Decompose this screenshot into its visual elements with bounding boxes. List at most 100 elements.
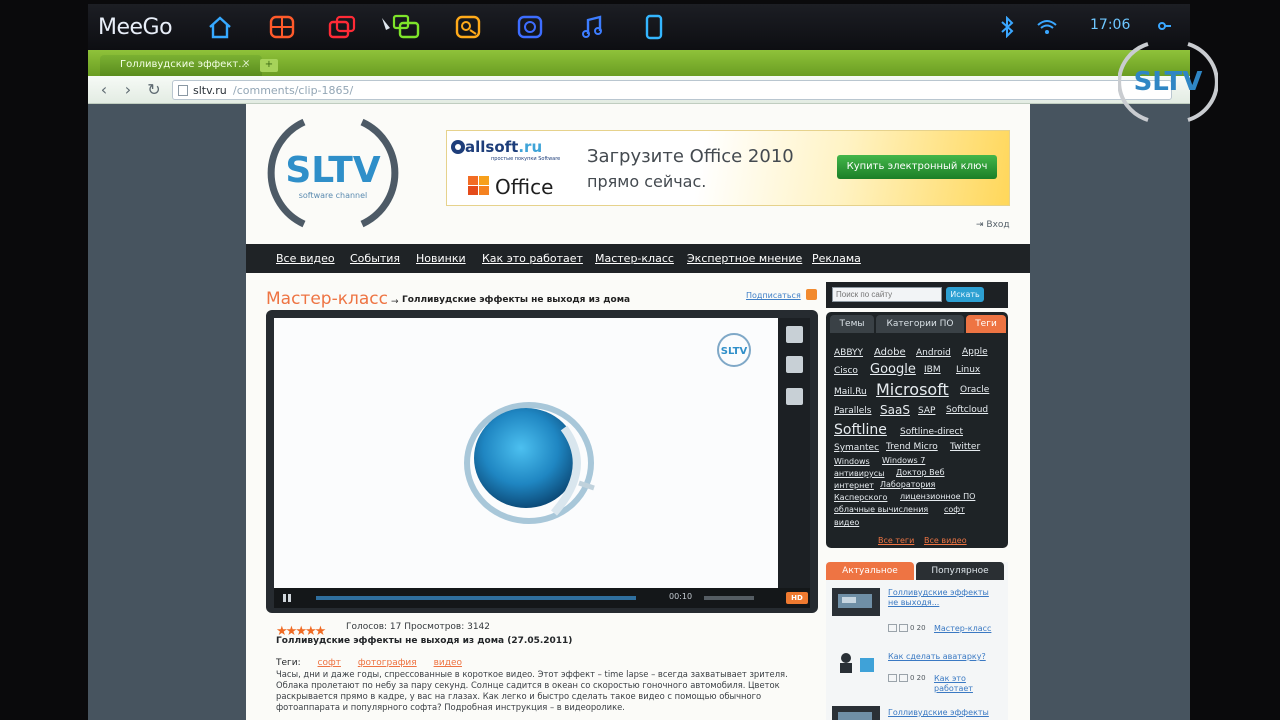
tab-actual[interactable]: Актуальное	[826, 562, 914, 580]
cloud-tag[interactable]: Касперского	[834, 493, 887, 502]
cloud-tag[interactable]: Доктор Веб	[896, 468, 945, 477]
cloud-tag[interactable]: видео	[834, 518, 859, 527]
status-clock: 17:06	[1090, 17, 1131, 33]
cloud-tag[interactable]: Softcloud	[946, 405, 988, 415]
popular-item-title[interactable]: Как сделать аватарку?	[888, 652, 998, 662]
web-icon[interactable]	[516, 14, 544, 40]
cloud-tag[interactable]: Android	[916, 348, 951, 358]
buy-key-button[interactable]: Купить электронный ключ	[837, 155, 997, 179]
views-icon	[888, 674, 897, 682]
cloud-tag[interactable]: Twitter	[950, 442, 980, 452]
search-input[interactable]	[832, 287, 942, 302]
tag-link[interactable]: видео	[434, 658, 462, 668]
office-banner[interactable]: allsoft.ru простые покупки Software Offi…	[446, 130, 1010, 206]
player-volume-slider[interactable]	[704, 596, 754, 600]
player-progress-bar[interactable]	[316, 596, 636, 600]
cloud-tag[interactable]: Google	[870, 362, 916, 377]
browser-tab[interactable]: Голливудские эффект... ×	[100, 55, 262, 76]
video-thumbnail[interactable]	[832, 648, 880, 676]
nav-all-videos[interactable]: Все видео	[276, 252, 335, 265]
popular-item-title[interactable]: Голливудские эффекты	[888, 708, 998, 718]
tab-popular[interactable]: Популярное	[916, 562, 1004, 580]
video-frame[interactable]: SLTV	[274, 318, 778, 588]
nav-expert-opinion[interactable]: Экспертное мнение	[687, 252, 802, 265]
popular-item-category[interactable]: Мастер-класс	[934, 624, 991, 633]
cloud-tag[interactable]: IBM	[924, 365, 941, 375]
tags-label: Теги:	[276, 658, 301, 668]
pause-icon[interactable]	[282, 593, 292, 603]
hd-button[interactable]: HD	[786, 592, 808, 604]
tab-topics[interactable]: Темы	[830, 315, 874, 333]
cloud-tag[interactable]: антивирусы	[834, 469, 884, 478]
cloud-tag[interactable]: Parallels	[834, 406, 871, 416]
cloud-tag[interactable]: Symantec	[834, 443, 879, 453]
browser-window: Голливудские эффект... × + ‹ › ↻ sltv.ru…	[88, 50, 1190, 720]
forward-icon[interactable]: ›	[118, 80, 138, 100]
nav-how-it-works[interactable]: Как это работает	[482, 252, 583, 265]
cloud-tag[interactable]: облачные вычисления	[834, 505, 928, 514]
login-link[interactable]: ⇥ Вход	[976, 220, 1010, 230]
chat-icon[interactable]	[378, 14, 426, 40]
reload-icon[interactable]: ↻	[144, 80, 164, 100]
tab-software-categories[interactable]: Категории ПО	[876, 315, 964, 333]
tag-link[interactable]: фотография	[358, 658, 417, 668]
music-icon[interactable]	[578, 14, 606, 40]
subscribe-link[interactable]: Подписаться	[746, 291, 801, 300]
back-icon[interactable]: ‹	[94, 80, 114, 100]
wifi-icon[interactable]	[1036, 18, 1058, 36]
cloud-tag[interactable]: Softline	[834, 422, 887, 438]
cloud-tag[interactable]: Trend Micro	[886, 442, 938, 452]
cloud-tag[interactable]: Oracle	[960, 385, 989, 395]
video-player[interactable]: SLTV 00:10 HD	[266, 310, 818, 613]
rss-icon[interactable]	[806, 289, 817, 300]
people-icon[interactable]	[454, 14, 482, 40]
tab-close-icon[interactable]: ×	[242, 58, 250, 69]
nav-master-class[interactable]: Мастер-класс	[595, 252, 674, 265]
tag-link[interactable]: софт	[318, 658, 341, 668]
cloud-tag[interactable]: софт	[944, 505, 965, 514]
tab-tags[interactable]: Теги	[966, 315, 1006, 333]
bluetooth-icon[interactable]	[998, 15, 1016, 39]
device-icon[interactable]	[640, 14, 668, 40]
cloud-tag[interactable]: Softline-direct	[900, 427, 963, 437]
video-thumbnail[interactable]	[832, 706, 880, 720]
video-thumbnail[interactable]	[832, 588, 880, 616]
nav-new[interactable]: Новинки	[416, 252, 466, 265]
cloud-tag[interactable]: Linux	[956, 365, 980, 375]
cloud-tag[interactable]: Apple	[962, 347, 988, 357]
section-title[interactable]: Мастер-класс	[266, 289, 388, 309]
apps-grid-icon[interactable]	[268, 14, 296, 40]
home-icon[interactable]	[206, 14, 234, 40]
logo-text: SLTV	[285, 150, 380, 191]
cloud-tag[interactable]: SaaS	[880, 403, 910, 417]
cloud-tag[interactable]: Windows 7	[882, 456, 925, 465]
cloud-tag[interactable]: SAP	[918, 406, 935, 416]
cloud-tag[interactable]: Adobe	[874, 347, 906, 358]
player-info-icon[interactable]	[786, 326, 803, 343]
player-share-icon[interactable]	[786, 356, 803, 373]
address-bar[interactable]: sltv.ru /comments/clip-1865/	[172, 80, 1172, 100]
all-videos-link[interactable]: Все видео	[924, 536, 967, 545]
player-comment-icon[interactable]	[786, 388, 803, 405]
cloud-tag[interactable]: Windows	[834, 457, 870, 466]
popular-item-title[interactable]: Голливудские эффекты не выходя...	[888, 588, 998, 608]
all-tags-link[interactable]: Все теги	[878, 536, 914, 545]
cloud-tag[interactable]: Лаборатория	[880, 480, 935, 489]
popular-item-category[interactable]: Как это работает	[934, 674, 994, 694]
tab-strip: Голливудские эффект... × +	[88, 50, 1190, 76]
votes-info: Голосов: 17 Просмотров: 3142	[346, 622, 491, 632]
nav-events[interactable]: События	[350, 252, 400, 265]
sltv-logo[interactable]: SLTV software channel	[266, 114, 400, 232]
cloud-tag[interactable]: Mail.Ru	[834, 387, 867, 397]
new-tab-button[interactable]: +	[260, 59, 278, 72]
cloud-tag[interactable]: Cisco	[834, 366, 858, 376]
cloud-tag[interactable]: лицензионное ПО	[900, 492, 975, 501]
cloud-tag[interactable]: ABBYY	[834, 348, 863, 358]
cloud-tag[interactable]: интернет	[834, 481, 874, 490]
nav-advertising[interactable]: Реклама	[812, 252, 861, 265]
sltv-site: SLTV software channel allsoft.ru простые…	[246, 104, 1030, 720]
power-icon[interactable]	[1156, 16, 1174, 36]
cloud-tag[interactable]: Microsoft	[876, 380, 949, 399]
tasks-icon[interactable]	[328, 14, 356, 40]
search-button[interactable]: Искать	[946, 287, 984, 302]
